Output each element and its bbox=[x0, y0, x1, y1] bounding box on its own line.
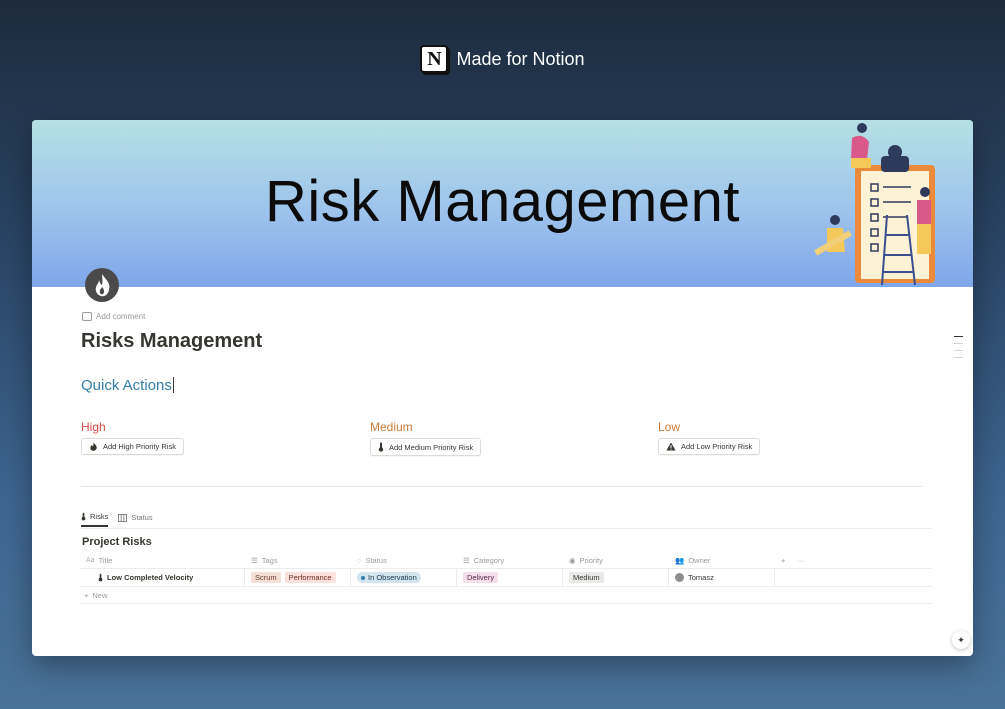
add-low-priority-risk-button[interactable]: Add Low Priority Risk bbox=[658, 438, 761, 455]
warning-icon bbox=[666, 442, 676, 451]
risks-table: Aa Title ☰ Tags ◌ Status ☰ Category ◉ Priorit… bbox=[80, 552, 932, 604]
column-title-label: Title bbox=[98, 555, 113, 565]
column-tags-label: Tags bbox=[261, 555, 278, 565]
cover-image[interactable]: Risk Management bbox=[32, 120, 973, 287]
add-high-priority-risk-label: Add High Priority Risk bbox=[103, 442, 176, 451]
quick-actions-heading[interactable]: Quick Actions bbox=[81, 377, 174, 394]
row-priority-cell[interactable]: Medium bbox=[563, 569, 669, 586]
row-empty-cell bbox=[775, 569, 932, 586]
row-tags-cell[interactable]: Scrum Performance bbox=[245, 569, 351, 586]
more-options-icon[interactable]: ··· bbox=[797, 556, 805, 565]
high-heading: High bbox=[81, 420, 106, 434]
add-property-icon[interactable]: + bbox=[781, 556, 785, 565]
column-owner[interactable]: 👥 Owner bbox=[669, 552, 775, 568]
row-title-cell[interactable]: Low Completed Velocity bbox=[80, 569, 245, 586]
add-high-priority-risk-button[interactable]: Add High Priority Risk bbox=[81, 438, 184, 455]
row-owner-cell[interactable]: Tomasz bbox=[669, 569, 775, 586]
people-property-icon: 👥 bbox=[675, 555, 685, 565]
category-badge: Delivery bbox=[463, 572, 499, 583]
avatar bbox=[675, 573, 684, 582]
notion-page-window: Risk Management Add comment Risks Manage… bbox=[32, 120, 973, 656]
board-icon bbox=[118, 513, 128, 522]
column-status[interactable]: ◌ Status bbox=[351, 552, 457, 568]
select-property-icon: ◉ bbox=[569, 555, 576, 565]
outline-line bbox=[954, 336, 963, 337]
tab-risks-label: Risks bbox=[90, 512, 109, 521]
tag-performance: Performance bbox=[284, 572, 336, 583]
status-badge: In Observation bbox=[357, 572, 421, 583]
plus-icon: + bbox=[84, 590, 89, 600]
row-title: Low Completed Velocity bbox=[107, 573, 194, 582]
text-cursor bbox=[172, 377, 174, 393]
brand-header: N Made for Notion bbox=[0, 45, 1005, 73]
outline-line bbox=[954, 343, 963, 344]
outline-line bbox=[954, 357, 963, 358]
comment-icon bbox=[82, 312, 92, 321]
ai-sparkle-button[interactable]: ✦ bbox=[952, 631, 970, 649]
tab-status-label: Status bbox=[131, 513, 153, 522]
brand-text: Made for Notion bbox=[456, 48, 585, 69]
column-category[interactable]: ☰ Category bbox=[457, 552, 563, 568]
notion-logo-icon: N bbox=[420, 45, 449, 73]
add-comment-label: Add comment bbox=[96, 312, 146, 321]
fire-icon bbox=[90, 442, 97, 451]
row-status-cell[interactable]: In Observation bbox=[351, 569, 457, 586]
database-view-tabs: Risks Status bbox=[81, 512, 153, 527]
tab-risks[interactable]: Risks bbox=[81, 512, 109, 527]
low-priority-column: Low Add Low Priority Risk bbox=[658, 420, 761, 456]
status-property-icon: ◌ bbox=[357, 555, 362, 565]
priority-badge: Medium bbox=[569, 572, 604, 583]
table-row[interactable]: Low Completed Velocity Scrum Performance… bbox=[80, 569, 932, 587]
add-medium-priority-risk-label: Add Medium Priority Risk bbox=[389, 442, 474, 452]
column-priority[interactable]: ◉ Priority bbox=[563, 552, 669, 568]
add-medium-priority-risk-button[interactable]: Add Medium Priority Risk bbox=[370, 438, 482, 456]
text-property-icon: Aa bbox=[86, 556, 95, 564]
column-title[interactable]: Aa Title bbox=[80, 552, 245, 568]
column-tags[interactable]: ☰ Tags bbox=[245, 552, 351, 568]
medium-priority-column: Medium Add Medium Priority Risk bbox=[370, 420, 482, 457]
row-category-cell[interactable]: Delivery bbox=[457, 569, 563, 586]
sparkle-icon: ✦ bbox=[957, 634, 965, 645]
column-priority-label: Priority bbox=[579, 555, 603, 565]
owner-name: Tomasz bbox=[688, 573, 714, 582]
status-label: In Observation bbox=[368, 573, 417, 582]
thermometer-icon bbox=[98, 573, 103, 582]
add-comment-button[interactable]: Add comment bbox=[82, 312, 145, 321]
outline-line bbox=[954, 350, 963, 351]
page-title[interactable]: Risks Management bbox=[81, 330, 262, 353]
column-category-label: Category bbox=[473, 555, 505, 565]
checklist-illustration-icon bbox=[814, 123, 935, 286]
fire-page-icon[interactable] bbox=[82, 265, 122, 305]
thermometer-icon bbox=[81, 512, 86, 521]
list-property-icon: ☰ bbox=[463, 555, 470, 565]
tabs-divider bbox=[81, 528, 932, 529]
medium-heading: Medium bbox=[370, 420, 413, 434]
new-row-label: New bbox=[92, 590, 108, 600]
column-actions: + ··· bbox=[775, 552, 932, 568]
thermometer-icon bbox=[378, 442, 384, 452]
tab-status[interactable]: Status bbox=[118, 512, 153, 527]
page-outline[interactable] bbox=[954, 336, 963, 364]
column-status-label: Status bbox=[365, 555, 387, 565]
database-title[interactable]: Project Risks bbox=[82, 536, 152, 548]
low-heading: Low bbox=[658, 420, 681, 434]
status-dot-icon bbox=[361, 575, 365, 580]
divider bbox=[81, 486, 922, 487]
tag-scrum: Scrum bbox=[251, 572, 281, 583]
new-row-button[interactable]: + New bbox=[80, 587, 932, 604]
column-owner-label: Owner bbox=[688, 555, 711, 565]
table-header: Aa Title ☰ Tags ◌ Status ☰ Category ◉ Priorit… bbox=[80, 552, 932, 569]
list-property-icon: ☰ bbox=[251, 555, 258, 565]
quick-actions-label: Quick Actions bbox=[81, 377, 172, 394]
high-priority-column: High Add High Priority Risk bbox=[81, 420, 184, 456]
add-low-priority-risk-label: Add Low Priority Risk bbox=[681, 442, 753, 451]
